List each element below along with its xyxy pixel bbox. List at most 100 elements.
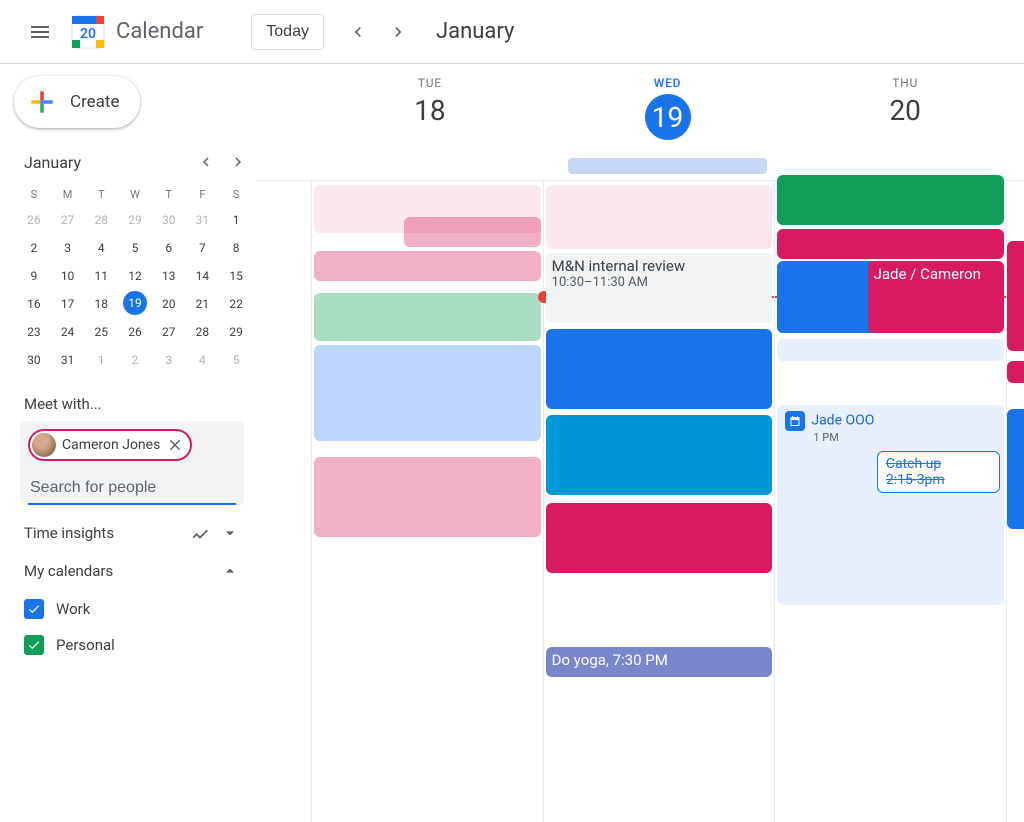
day-header[interactable]: TUE18: [311, 64, 549, 156]
mini-day-cell[interactable]: 7: [187, 235, 219, 261]
time-insights-row[interactable]: Time insights: [14, 505, 256, 543]
mini-day-cell[interactable]: 22: [220, 291, 252, 317]
calendar-name: Personal: [56, 636, 115, 654]
day-number[interactable]: 19: [645, 94, 691, 140]
calendar-event[interactable]: [314, 251, 541, 281]
search-people-input[interactable]: [28, 469, 236, 505]
mini-day-cell[interactable]: 5: [220, 347, 252, 373]
mini-day-cell[interactable]: 26: [18, 207, 50, 233]
next-period-button[interactable]: [380, 14, 416, 50]
mini-dow-label: T: [85, 184, 117, 205]
person-chip[interactable]: Cameron Jones: [28, 429, 192, 461]
calendar-checkbox[interactable]: [24, 599, 44, 619]
mini-day-cell[interactable]: 28: [187, 319, 219, 345]
remove-chip-button[interactable]: [166, 436, 184, 454]
mini-day-cell[interactable]: 15: [220, 263, 252, 289]
mini-day-cell[interactable]: 17: [52, 291, 84, 317]
allday-event[interactable]: [568, 158, 768, 174]
calendar-event[interactable]: [314, 345, 541, 441]
mini-day-cell[interactable]: 3: [52, 235, 84, 261]
calendar-event[interactable]: [1007, 361, 1024, 383]
day-column-tue[interactable]: [311, 181, 543, 822]
mini-day-cell[interactable]: 1: [220, 207, 252, 233]
calendar-event[interactable]: [546, 503, 773, 573]
today-button[interactable]: Today: [251, 14, 324, 50]
calendar-event[interactable]: [546, 185, 773, 249]
mini-day-cell[interactable]: 12: [119, 263, 151, 289]
hamburger-icon: [28, 20, 52, 44]
day-header[interactable]: WED19: [549, 64, 787, 156]
mini-day-cell[interactable]: 9: [18, 263, 50, 289]
mini-day-cell[interactable]: 29: [220, 319, 252, 345]
mini-day-cell[interactable]: 2: [18, 235, 50, 261]
mini-day-cell[interactable]: 4: [187, 347, 219, 373]
mini-day-cell[interactable]: 16: [18, 291, 50, 317]
chevron-down-icon[interactable]: [220, 523, 240, 543]
mini-day-cell[interactable]: 30: [18, 347, 50, 373]
event-title: Do yoga, 7:30 PM: [552, 651, 767, 669]
day-number[interactable]: 18: [311, 94, 549, 127]
mini-day-cell[interactable]: 5: [119, 235, 151, 261]
mini-day-cell[interactable]: 27: [52, 207, 84, 233]
calendar-event[interactable]: [546, 329, 773, 409]
mini-day-cell[interactable]: 30: [153, 207, 185, 233]
declined-event[interactable]: Catch up2:15-3pm: [877, 451, 1000, 493]
check-icon: [27, 638, 41, 652]
day-number[interactable]: 20: [786, 94, 1024, 127]
mini-day-cell[interactable]: 8: [220, 235, 252, 261]
calendar-item[interactable]: Personal: [24, 627, 256, 663]
chevron-up-icon[interactable]: [220, 561, 240, 581]
calendar-event[interactable]: [777, 175, 1004, 225]
ooo-event[interactable]: Jade OOO1 PM: [777, 405, 1004, 605]
mini-prev-month[interactable]: [192, 148, 220, 176]
calendar-event[interactable]: [546, 415, 773, 495]
mini-day-cell[interactable]: 31: [52, 347, 84, 373]
mini-day-cell[interactable]: 28: [85, 207, 117, 233]
mini-day-cell[interactable]: 25: [85, 319, 117, 345]
mini-calendar[interactable]: SMTWTFS262728293031123456789101112131415…: [14, 184, 256, 381]
calendar-event[interactable]: [777, 229, 1004, 259]
my-calendars-row[interactable]: My calendars: [14, 543, 256, 581]
mini-day-cell[interactable]: 4: [85, 235, 117, 261]
mini-day-cell[interactable]: 19: [123, 291, 147, 315]
calendar-event[interactable]: [314, 457, 541, 537]
create-label: Create: [70, 92, 120, 112]
mini-day-cell[interactable]: 31: [187, 207, 219, 233]
mini-next-month[interactable]: [224, 148, 252, 176]
mini-day-cell[interactable]: 23: [18, 319, 50, 345]
mini-day-cell[interactable]: 11: [85, 263, 117, 289]
calendar-event[interactable]: [777, 339, 1004, 361]
mini-day-cell[interactable]: 1: [85, 347, 117, 373]
calendar-event[interactable]: [1007, 241, 1024, 351]
calendar-event[interactable]: [404, 217, 540, 247]
mini-day-cell[interactable]: 20: [153, 291, 185, 317]
create-button[interactable]: Create: [14, 76, 140, 128]
calendar-event[interactable]: Do yoga, 7:30 PM: [546, 647, 773, 677]
day-column-thu[interactable]: Jade / Cameron Jade OOO1 PMCatch up2:15-3…: [774, 181, 1006, 822]
event-time: 2:15-3pm: [886, 472, 991, 488]
calendar-checkbox[interactable]: [24, 635, 44, 655]
mini-day-cell[interactable]: 24: [52, 319, 84, 345]
mini-day-cell[interactable]: 13: [153, 263, 185, 289]
calendar-item[interactable]: Work: [24, 591, 256, 627]
mini-day-cell[interactable]: 21: [187, 291, 219, 317]
mini-day-cell[interactable]: 29: [119, 207, 151, 233]
main-menu-button[interactable]: [16, 8, 64, 56]
mini-day-cell[interactable]: 14: [187, 263, 219, 289]
mini-day-cell[interactable]: 6: [153, 235, 185, 261]
prev-period-button[interactable]: [340, 14, 376, 50]
calendar-event[interactable]: Jade / Cameron: [868, 261, 1004, 333]
mini-dow-label: T: [153, 184, 185, 205]
mini-day-cell[interactable]: 27: [153, 319, 185, 345]
day-column-wed[interactable]: M&N internal review10:30–11:30 AM Do yoga…: [543, 181, 775, 822]
mini-day-cell[interactable]: 2: [119, 347, 151, 373]
mini-day-cell[interactable]: 3: [153, 347, 185, 373]
day-header[interactable]: THU20: [786, 64, 1024, 156]
calendar-event[interactable]: M&N internal review10:30–11:30 AM: [546, 253, 773, 323]
my-calendars-label: My calendars: [24, 562, 113, 580]
mini-day-cell[interactable]: 10: [52, 263, 84, 289]
calendar-event[interactable]: [1007, 409, 1024, 529]
mini-day-cell[interactable]: 18: [85, 291, 117, 317]
mini-day-cell[interactable]: 26: [119, 319, 151, 345]
calendar-event[interactable]: [314, 293, 541, 341]
